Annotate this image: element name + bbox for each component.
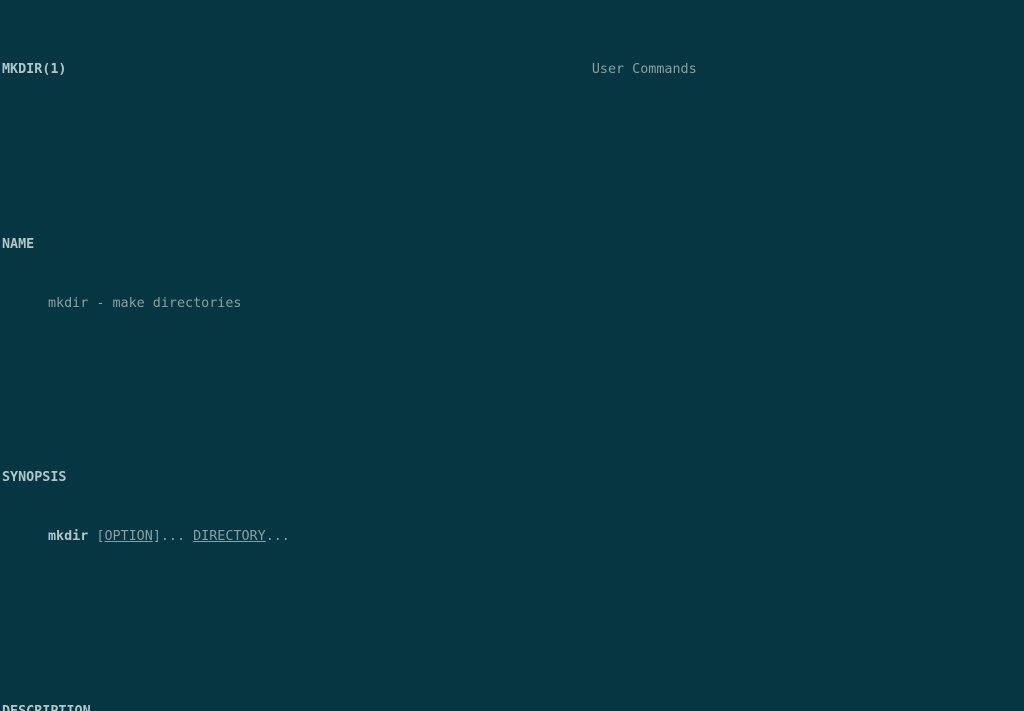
section-name-text: mkdir - make directories bbox=[0, 294, 1024, 313]
man-header: MKDIR(1) User Commands bbox=[0, 58, 1024, 79]
synopsis-cmd: mkdir bbox=[48, 529, 88, 544]
man-header-left: MKDIR(1) bbox=[2, 60, 67, 79]
man-header-center: User Commands bbox=[67, 60, 1023, 79]
synopsis-option-arg: OPTION bbox=[104, 529, 152, 544]
section-synopsis-heading: SYNOPSIS bbox=[0, 468, 1024, 487]
man-page-viewport[interactable]: MKDIR(1) User Commands NAME mkdir - make… bbox=[0, 0, 1024, 711]
synopsis-opt-open: [ bbox=[88, 529, 104, 544]
section-synopsis-line: mkdir [OPTION]... DIRECTORY... bbox=[0, 527, 1024, 546]
synopsis-trail: ... bbox=[266, 529, 290, 544]
section-description-heading: DESCRIPTION bbox=[0, 702, 1024, 711]
section-name-heading: NAME bbox=[0, 235, 1024, 254]
synopsis-directory-arg: DIRECTORY bbox=[193, 529, 266, 544]
synopsis-opt-close: ]... bbox=[153, 529, 193, 544]
